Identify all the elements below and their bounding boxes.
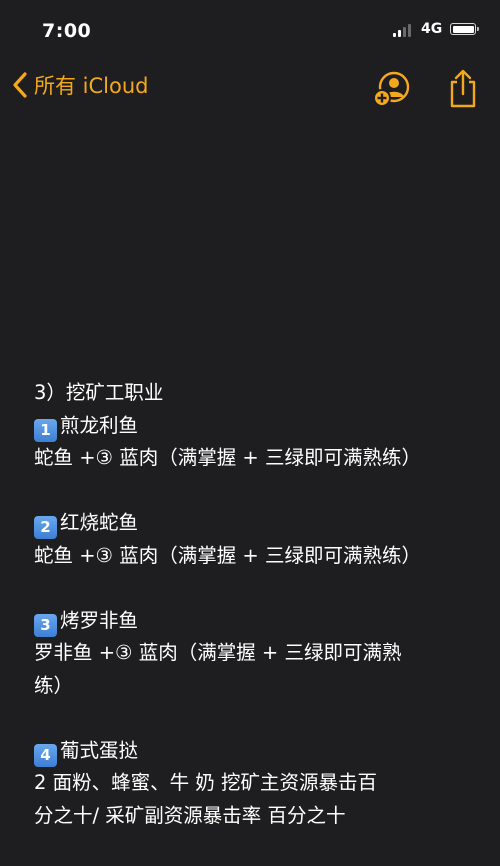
item-title-text: 煎龙利鱼	[60, 413, 139, 437]
item-recipe-line: 2 面粉、蜂蜜、牛 奶 挖矿主资源暴击百	[34, 771, 378, 794]
add-person-button[interactable]	[372, 70, 412, 110]
network-type: 4G	[421, 21, 443, 37]
item-title: 1 煎龙利鱼	[34, 410, 474, 443]
number-badge: 4	[34, 743, 57, 767]
item-title: 3 烤罗非鱼	[34, 605, 474, 638]
number-badge: 1	[34, 418, 57, 442]
item-title-text: 红烧蛇鱼	[60, 511, 139, 534]
item-title-text: 烤罗非鱼	[60, 608, 139, 632]
item-title: 2 红烧蛇鱼	[34, 507, 474, 540]
section-title: 3）挖矿工职业	[34, 381, 164, 404]
item-recipe-line: 练）	[34, 673, 74, 697]
back-label: 所有 iCloud	[34, 74, 149, 98]
share-icon	[450, 69, 476, 108]
item-recipe-line: 分之十/ 采矿副资源暴击率 百分之十	[34, 803, 346, 827]
item-recipe-line: 蛇鱼 +③ 蓝肉（满掌握 + 三绿即可满熟练）	[34, 446, 421, 469]
chevron-left-icon	[13, 72, 27, 98]
number-badge: 3	[34, 613, 57, 637]
signal-strength-icon	[393, 24, 411, 37]
item-recipe-line: 罗非鱼 +③ 蓝肉（满掌握 + 三绿即可满熟	[34, 641, 402, 664]
item-title: 4 葡式蛋挞	[34, 735, 474, 768]
nav-bar: 所有 iCloud	[0, 62, 500, 116]
item-recipe-line: 蛇鱼 +③ 蓝肉（满掌握 + 三绿即可满熟练）	[34, 543, 421, 567]
share-button[interactable]	[446, 68, 480, 110]
item-title-text: 葡式蛋挞	[60, 738, 139, 762]
status-bar: 7:00 4G	[0, 0, 500, 56]
note-body[interactable]: 3）挖矿工职业 1 煎龙利鱼 蛇鱼 +③ 蓝肉（满掌握 + 三绿即可满熟练） 2红…	[34, 377, 474, 832]
battery-icon	[450, 23, 479, 35]
status-time: 7:00	[42, 20, 92, 42]
add-person-icon	[373, 71, 410, 107]
back-button[interactable]: 所有 iCloud	[10, 70, 149, 100]
number-badge: 2	[34, 516, 57, 539]
